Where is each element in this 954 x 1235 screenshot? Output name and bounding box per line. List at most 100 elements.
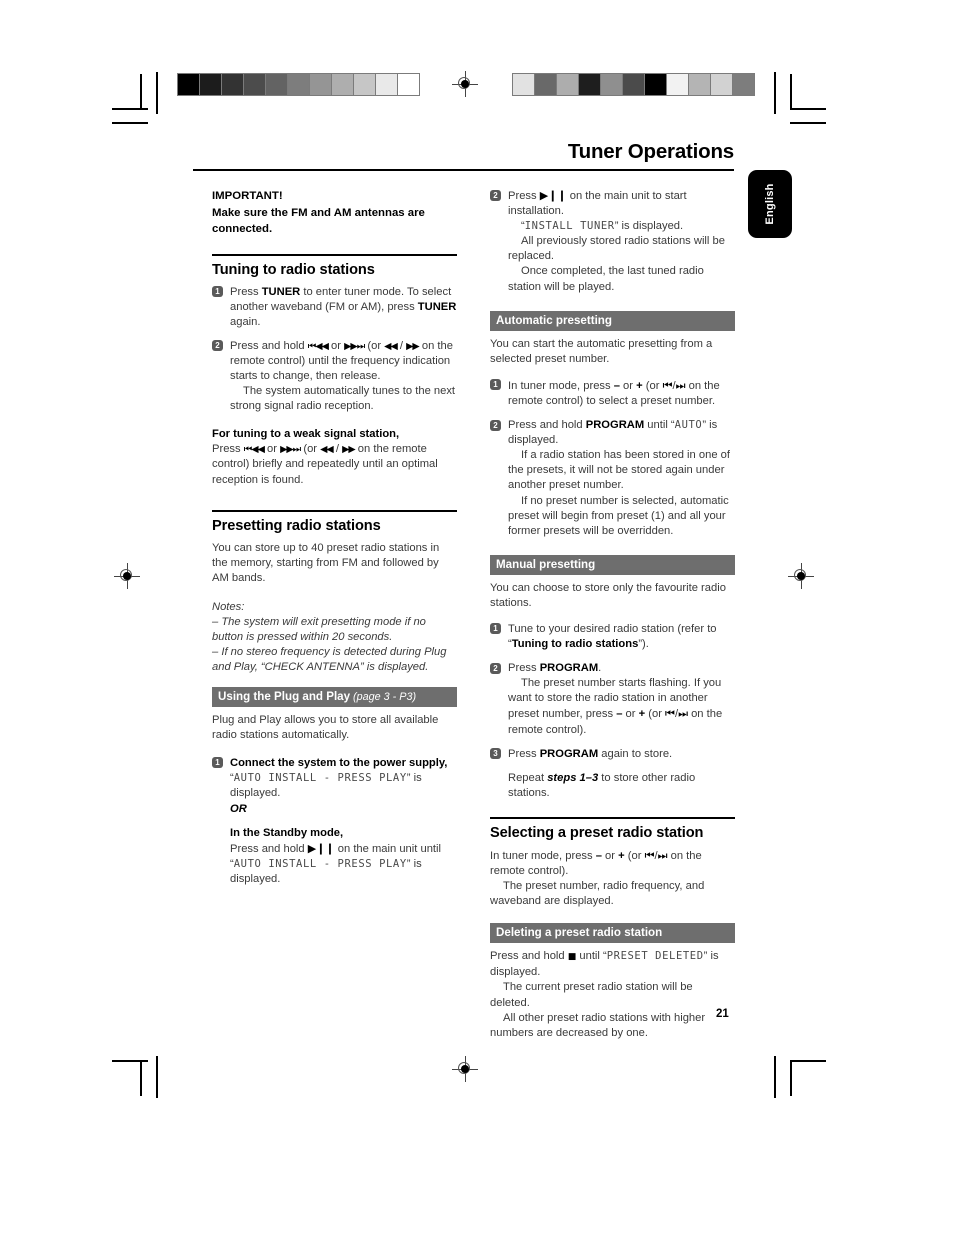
previous-track-icon: ⏮◀◀	[243, 444, 265, 456]
connect-power-instruction: Connect the system to the power supply,	[230, 756, 448, 769]
header-divider	[193, 169, 734, 172]
step-plug-play-2: 2 Press ▶❙❙ on the main unit to start in…	[490, 188, 735, 295]
left-column: IMPORTANT! Make sure the FM and AM anten…	[212, 188, 457, 896]
step-text: Tune to your desired radio station (refe…	[508, 622, 735, 652]
step-number: 2	[490, 419, 501, 431]
color-swatch	[332, 74, 354, 95]
t: Press and hold	[230, 843, 308, 856]
note-1: – The system will exit presetting mode i…	[212, 616, 426, 644]
selecting-body: In tuner mode, press – or + (or ⏮/⏭ on t…	[490, 848, 735, 909]
tuner-button-ref: TUNER	[417, 300, 457, 313]
t: Press	[508, 747, 540, 760]
step-text: Press and hold ⏮◀◀ or ▶▶⏭ (or ◀◀ / ▶▶ on…	[230, 339, 457, 414]
presetting-body: You can store up to 40 preset radio stat…	[212, 541, 440, 584]
registration-mark-left	[114, 563, 140, 589]
bar-automatic-presetting: Automatic presetting	[490, 310, 735, 331]
important-line-2: Make sure the FM and AM antennas are	[212, 206, 425, 219]
t: In tuner mode, press	[490, 849, 596, 862]
t: In tuner mode, press	[508, 379, 614, 392]
t: Press and hold	[230, 339, 308, 352]
t: displayed.	[230, 873, 281, 886]
page-number: 21	[716, 1008, 729, 1020]
lcd-display-text: AUTO INSTALL - PRESS PLAY	[233, 771, 407, 784]
manual-presetting-body: You can choose to store only the favouri…	[490, 581, 726, 609]
fast-forward-icon: ▶▶	[406, 340, 420, 352]
notes-label: Notes:	[212, 600, 245, 613]
step-number: 1	[490, 623, 501, 635]
manual-page: Tuner Operations English IMPORTANT! Make…	[0, 0, 954, 1235]
t: (or	[645, 708, 666, 721]
color-swatch	[623, 74, 645, 95]
step-text: Press and hold PROGRAM until “AUTO” is d…	[508, 418, 735, 539]
important-line-1: IMPORTANT!	[212, 190, 283, 202]
rewind-icon: ◀◀	[384, 340, 398, 352]
t: ” is	[406, 858, 422, 871]
program-button-ref: PROGRAM	[585, 419, 645, 432]
color-calibration-bar-left	[177, 73, 420, 96]
note-2: – If no stereo frequency is detected dur…	[212, 646, 447, 674]
color-swatch	[557, 74, 579, 95]
standby-mode-text: Press and hold ▶❙❙ on the main unit unti…	[230, 841, 457, 887]
chapter-title: Tuner Operations	[567, 140, 734, 163]
previous-track-icon: ⏮	[644, 848, 655, 862]
weak-signal-heading: For tuning to a weak signal station,	[212, 428, 400, 441]
step-plug-play-1: 1 Connect the system to the power supply…	[212, 756, 457, 888]
play-pause-icon: ▶❙❙	[307, 842, 335, 856]
step-number: 2	[490, 662, 501, 674]
next-track-icon: ▶▶⏭	[280, 444, 301, 456]
t: Repeat	[508, 771, 548, 784]
color-swatch	[689, 74, 711, 95]
color-swatch	[178, 74, 200, 95]
heading-tuning-to-radio-stations: Tuning to radio stations	[212, 253, 457, 278]
next-track-icon: ⏭	[678, 707, 688, 721]
t: on the main unit until	[334, 843, 442, 856]
step-number: 1	[212, 286, 223, 297]
result-text: The preset number starts flashing. If yo…	[508, 676, 735, 737]
step-auto-1: 1 In tuner mode, press – or + (or ⏮/⏭ on…	[490, 378, 735, 409]
t: until “	[576, 950, 607, 963]
color-swatch	[733, 74, 754, 95]
program-button-ref: PROGRAM	[539, 747, 599, 760]
notes-block: Notes: – The system will exit presetting…	[212, 600, 457, 675]
result-text: If a radio station has been stored in on…	[508, 449, 730, 492]
result-text: Once completed, the last tuned radio sta…	[508, 265, 704, 293]
stop-icon: ■	[567, 952, 577, 963]
lcd-display-text: AUTO INSTALL - PRESS PLAY	[233, 858, 407, 871]
t: or	[619, 379, 637, 392]
step-text: In tuner mode, press – or + (or ⏮/⏭ on t…	[508, 378, 735, 409]
result-text: The system automatically tunes to the ne…	[230, 385, 456, 413]
rewind-icon: ◀◀	[320, 444, 334, 456]
lcd-display-text: AUTO	[674, 419, 703, 432]
t: Press and hold	[490, 950, 568, 963]
t: (or	[364, 339, 385, 352]
standby-mode-heading: In the Standby mode,	[230, 826, 344, 839]
automatic-presetting-body: You can start the automatic presetting f…	[490, 337, 713, 365]
step-tuning-2: 2 Press and hold ⏮◀◀ or ▶▶⏭ (or ◀◀ / ▶▶ …	[212, 339, 457, 414]
t: until “	[644, 419, 675, 432]
t: ”).	[638, 638, 649, 651]
color-swatch	[667, 74, 689, 95]
previous-track-icon: ⏮	[665, 707, 675, 721]
color-swatch	[222, 74, 244, 95]
color-swatch	[266, 74, 288, 95]
t: (or	[624, 849, 645, 862]
color-swatch	[579, 74, 601, 95]
t: or	[327, 339, 345, 352]
steps-range-ref: steps 1–3	[547, 771, 599, 784]
previous-track-icon: ⏮	[662, 378, 673, 392]
step-number: 2	[490, 189, 501, 201]
color-swatch	[513, 74, 535, 95]
bar-deleting-a-preset-radio-station: Deleting a preset radio station	[490, 923, 735, 944]
plug-and-play-body: Plug and Play allows you to store all av…	[212, 714, 439, 742]
color-calibration-bar-right	[512, 73, 755, 96]
next-track-icon: ⏭	[675, 378, 686, 392]
result-text: If no preset number is selected, automat…	[508, 494, 729, 537]
registration-mark-bottom	[452, 1056, 478, 1082]
heading-selecting-a-preset-radio-station: Selecting a preset radio station	[490, 816, 735, 841]
tuner-button-ref: TUNER	[261, 285, 301, 298]
step-manual-2: 2 Press PROGRAM. The preset number start…	[490, 661, 735, 737]
language-tab-label: English	[764, 183, 776, 225]
t: displayed.	[230, 786, 281, 799]
fast-forward-icon: ▶▶	[342, 444, 356, 456]
or-separator: OR	[230, 802, 247, 815]
